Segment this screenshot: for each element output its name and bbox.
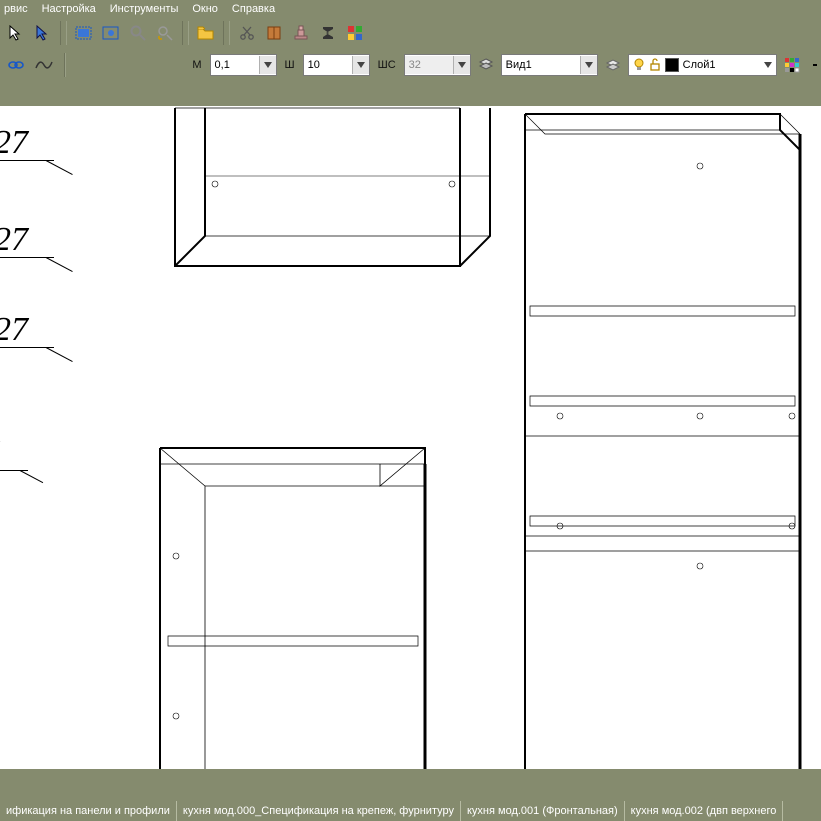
toolbar-pad <box>0 82 821 106</box>
menu-service[interactable]: рвис <box>4 3 28 15</box>
menu-window[interactable]: Окно <box>192 3 218 15</box>
layer-color-swatch <box>665 58 679 72</box>
select-crossing-icon[interactable] <box>99 21 123 45</box>
property-bar: М Ш ШС Слой1 <box>0 48 821 82</box>
chevron-down-icon[interactable] <box>764 62 772 68</box>
color-grid-icon[interactable] <box>783 53 801 77</box>
chevron-down-icon[interactable] <box>352 56 369 74</box>
folder-icon[interactable] <box>194 21 218 45</box>
layers-stack-icon[interactable] <box>477 53 495 77</box>
view-combo[interactable] <box>501 54 598 76</box>
toolbar-sep <box>182 21 189 45</box>
status-tab[interactable]: ификация на панели и профили <box>0 801 177 821</box>
toolbar-sep <box>60 21 67 45</box>
view-input[interactable] <box>502 56 580 74</box>
layer-combo[interactable]: Слой1 <box>628 54 777 76</box>
toolbar-sep <box>223 21 230 45</box>
sigma-icon[interactable] <box>316 21 340 45</box>
drawing-canvas[interactable]: 27 27 27 7 <box>0 106 821 769</box>
ws-input <box>405 56 453 74</box>
lightbulb-icon <box>633 58 645 72</box>
scissors-icon[interactable] <box>235 21 259 45</box>
chevron-down-icon[interactable] <box>259 56 276 74</box>
model-wireframe <box>0 106 821 769</box>
menu-bar: рвис Настройка Инструменты Окно Справка <box>0 0 821 18</box>
cursor-icon[interactable] <box>4 21 28 45</box>
scale-label: М <box>190 59 203 71</box>
menu-settings[interactable]: Настройка <box>42 3 96 15</box>
select-window-icon[interactable] <box>72 21 96 45</box>
toolbar-sep <box>64 53 66 77</box>
menu-help[interactable]: Справка <box>232 3 275 15</box>
scale-input[interactable] <box>211 56 259 74</box>
linetype-preview[interactable] <box>813 64 817 66</box>
color-palette-icon[interactable] <box>343 21 367 45</box>
layer-name: Слой1 <box>683 59 716 71</box>
menu-tools[interactable]: Инструменты <box>110 3 179 15</box>
status-bar: ификация на панели и профили кухня мод.0… <box>0 801 821 821</box>
status-tab[interactable]: кухня мод.002 (двп верхнего <box>625 801 784 821</box>
status-tab[interactable]: кухня мод.000_Спецификация на крепеж, фу… <box>177 801 461 821</box>
spline-icon[interactable] <box>32 53 56 77</box>
width-input[interactable] <box>304 56 352 74</box>
scale-combo[interactable] <box>210 54 277 76</box>
toolbar-main <box>0 18 821 48</box>
lock-open-icon <box>649 58 661 72</box>
zoom-icon[interactable] <box>126 21 150 45</box>
stamp-icon[interactable] <box>289 21 313 45</box>
status-tab[interactable]: кухня мод.001 (Фронтальная) <box>461 801 625 821</box>
layer-manager-icon[interactable] <box>604 53 622 77</box>
width-combo[interactable] <box>303 54 370 76</box>
chevron-down-icon[interactable] <box>453 56 470 74</box>
link-icon[interactable] <box>4 53 28 77</box>
panel-icon[interactable] <box>262 21 286 45</box>
ws-combo[interactable] <box>404 54 471 76</box>
zoom-extents-icon[interactable] <box>153 21 177 45</box>
width-label: Ш <box>283 59 297 71</box>
chevron-down-icon[interactable] <box>580 56 597 74</box>
pointer-select-icon[interactable] <box>31 21 55 45</box>
ws-label: ШС <box>376 59 398 71</box>
